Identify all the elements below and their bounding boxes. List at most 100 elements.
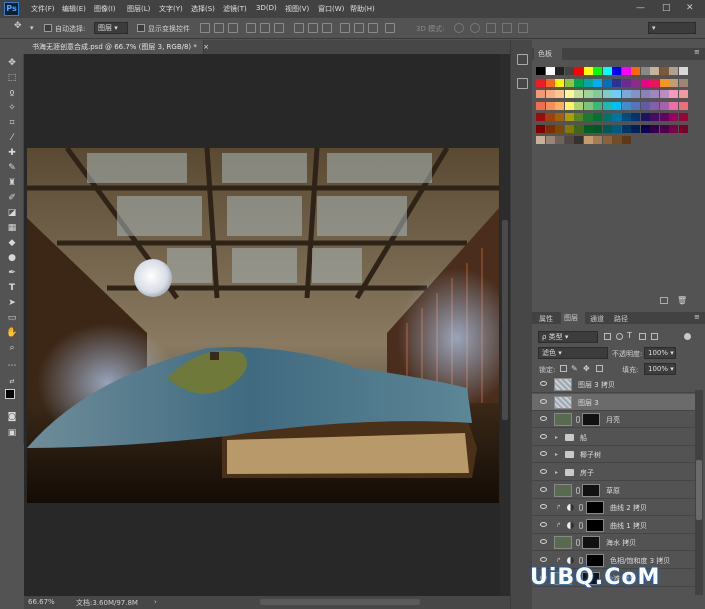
- color-swatch[interactable]: [564, 124, 574, 133]
- 3d-slide-icon[interactable]: [502, 23, 512, 33]
- distribute-right-icon[interactable]: [368, 23, 378, 33]
- color-swatch[interactable]: [545, 78, 555, 87]
- opacity-field[interactable]: 100% ▾: [644, 347, 676, 359]
- eraser-tool-icon[interactable]: ◪: [6, 208, 18, 219]
- layer-row[interactable]: 草原: [532, 482, 695, 499]
- layer-row[interactable]: ↱ 曲线 2 拷贝: [532, 499, 695, 517]
- color-swatch[interactable]: [621, 90, 631, 98]
- mask-link-icon[interactable]: [576, 486, 580, 494]
- color-swatch[interactable]: [640, 101, 650, 110]
- color-swatch[interactable]: [669, 113, 678, 121]
- history-brush-tool-icon[interactable]: ✐: [6, 193, 18, 204]
- clone-stamp-tool-icon[interactable]: ♜: [6, 178, 18, 189]
- maximize-button[interactable]: □: [662, 3, 671, 13]
- fill-field[interactable]: 100% ▾: [644, 363, 676, 375]
- color-swatch[interactable]: [659, 78, 669, 87]
- align-top-icon[interactable]: [200, 23, 210, 33]
- visibility-eye-icon[interactable]: [540, 486, 547, 492]
- rectangle-tool-icon[interactable]: ▭: [6, 313, 18, 324]
- color-swatch[interactable]: [583, 90, 593, 98]
- tab-swatches[interactable]: 色板: [534, 48, 562, 60]
- new-swatch-icon[interactable]: [660, 297, 668, 304]
- brush-tool-icon[interactable]: ✎: [6, 163, 18, 174]
- color-swatch[interactable]: [564, 113, 574, 121]
- zoom-level[interactable]: 66.67%: [28, 598, 55, 606]
- layers-menu-icon[interactable]: ≡: [694, 313, 700, 321]
- auto-align-icon[interactable]: [385, 23, 395, 33]
- expand-arrow-icon[interactable]: ▸: [555, 469, 558, 476]
- layer-thumbnail[interactable]: [554, 536, 572, 550]
- color-swatch[interactable]: [659, 124, 669, 133]
- dodge-tool-icon[interactable]: ●: [6, 253, 18, 264]
- color-swatch[interactable]: [640, 67, 650, 75]
- 3d-pan-icon[interactable]: [486, 23, 496, 33]
- move-tool-icon[interactable]: ✥: [14, 21, 22, 31]
- color-swatch[interactable]: [650, 78, 659, 87]
- auto-select-dropdown[interactable]: 图层 ▾: [94, 22, 128, 34]
- color-swatch[interactable]: [536, 67, 545, 75]
- auto-select-checkbox[interactable]: [44, 24, 52, 32]
- color-swatch[interactable]: [602, 101, 612, 110]
- lock-transparent-icon[interactable]: [560, 365, 567, 372]
- color-swatch[interactable]: [640, 113, 650, 121]
- color-swatch[interactable]: [602, 124, 612, 133]
- visibility-eye-icon[interactable]: [540, 451, 547, 457]
- layer-thumbnail[interactable]: [554, 483, 572, 497]
- color-swatch[interactable]: [602, 90, 612, 98]
- distribute-bottom-icon[interactable]: [322, 23, 332, 33]
- color-swatch[interactable]: [621, 67, 631, 75]
- lock-all-icon[interactable]: [596, 365, 603, 372]
- color-swatch[interactable]: [564, 78, 574, 87]
- color-swatch[interactable]: [593, 90, 602, 98]
- tool-preset-chevron-icon[interactable]: ▾: [30, 24, 34, 32]
- color-swatch[interactable]: [659, 113, 669, 121]
- visibility-eye-icon[interactable]: [540, 381, 547, 386]
- color-swatch[interactable]: [555, 78, 564, 87]
- color-swatch[interactable]: [650, 113, 659, 121]
- layers-scroll-thumb[interactable]: [696, 460, 702, 520]
- color-swatch[interactable]: [650, 101, 659, 110]
- menu-type[interactable]: 文字(Y): [159, 4, 183, 14]
- color-swatch[interactable]: [593, 136, 602, 144]
- color-swatch[interactable]: [612, 136, 621, 144]
- path-selection-tool-icon[interactable]: ➤: [6, 298, 18, 309]
- screen-mode-icon[interactable]: ▣: [6, 428, 18, 439]
- color-swatch[interactable]: [631, 113, 640, 121]
- color-swatch[interactable]: [583, 78, 593, 87]
- blend-mode-dropdown[interactable]: 滤色 ▾: [538, 347, 608, 359]
- expand-arrow-icon[interactable]: ▸: [555, 434, 558, 441]
- layer-row[interactable]: ▸ 椰子树: [532, 446, 695, 464]
- history-panel-icon[interactable]: [517, 54, 528, 65]
- menu-file[interactable]: 文件(F): [31, 4, 55, 14]
- color-swatch[interactable]: [602, 78, 612, 87]
- lock-pixels-icon[interactable]: ✎: [571, 364, 578, 373]
- layer-row[interactable]: ↱ 曲线 1 拷贝: [532, 517, 695, 534]
- color-swatch[interactable]: [631, 78, 640, 87]
- color-swatch[interactable]: [678, 78, 688, 87]
- tab-layers[interactable]: 图层: [561, 312, 585, 324]
- color-swatch[interactable]: [545, 90, 555, 98]
- color-swatch[interactable]: [678, 113, 688, 121]
- menu-window[interactable]: 窗口(W): [318, 4, 344, 14]
- layer-thumbnail[interactable]: [554, 395, 572, 409]
- color-swatch[interactable]: [583, 67, 593, 75]
- crop-tool-icon[interactable]: ⌗: [6, 118, 18, 129]
- color-swatch[interactable]: [659, 67, 669, 75]
- menu-view[interactable]: 视图(V): [285, 4, 309, 14]
- color-swatch[interactable]: [650, 67, 659, 75]
- visibility-eye-icon[interactable]: [540, 521, 547, 527]
- visibility-eye-icon[interactable]: [540, 504, 547, 510]
- align-center-icon[interactable]: [260, 23, 270, 33]
- visibility-eye-icon[interactable]: [540, 557, 547, 562]
- color-swatch[interactable]: [602, 136, 612, 144]
- pen-tool-icon[interactable]: ✒: [6, 268, 18, 279]
- layer-mask-thumbnail[interactable]: [582, 413, 600, 427]
- color-swatch[interactable]: [612, 67, 621, 75]
- color-swatch[interactable]: [555, 101, 564, 110]
- color-swatch[interactable]: [669, 124, 678, 133]
- layer-row[interactable]: 月亮: [532, 411, 695, 429]
- color-swatch[interactable]: [650, 124, 659, 133]
- color-swatch[interactable]: [574, 67, 583, 75]
- mask-link-icon[interactable]: [576, 539, 580, 547]
- color-swatch[interactable]: [574, 101, 583, 110]
